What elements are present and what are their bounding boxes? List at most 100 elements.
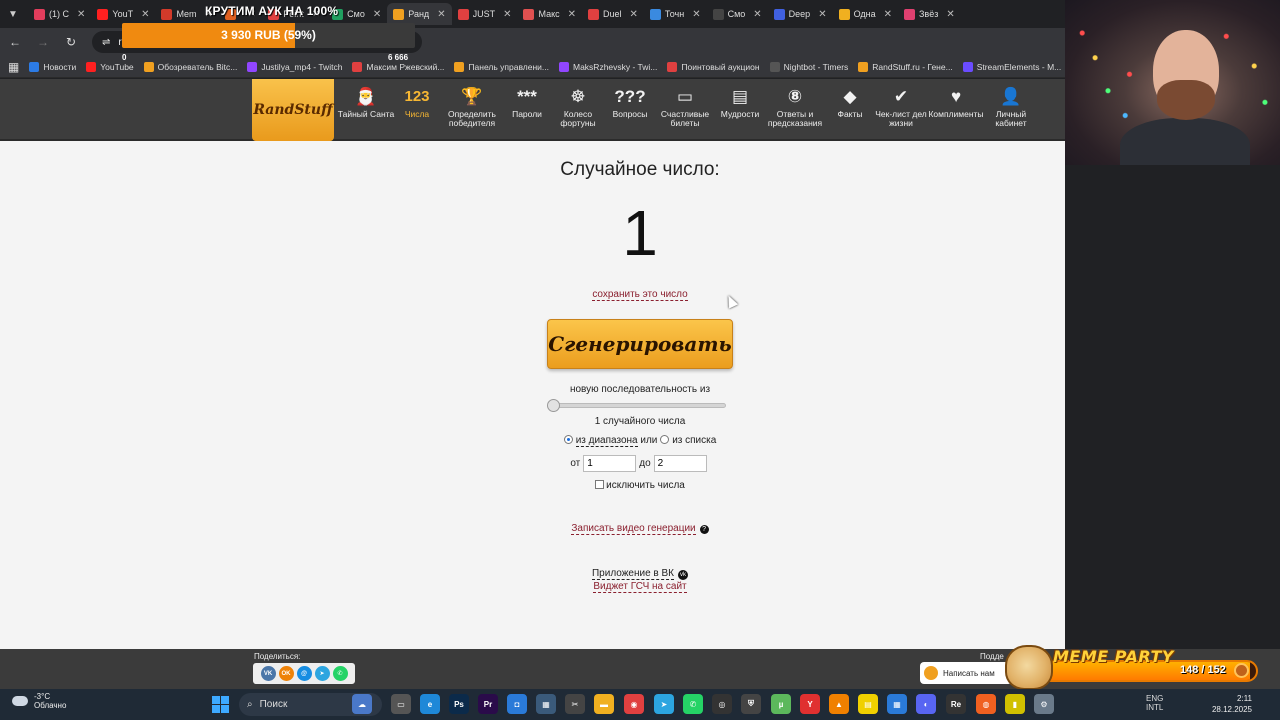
nav-item[interactable]: 👤 Личный кабинет (981, 85, 1041, 128)
bookmark-item[interactable]: StreamElements - M... (962, 61, 1061, 72)
bookmark-item[interactable]: Панель управлени... (454, 61, 549, 72)
app-icon[interactable]: ◘ (507, 694, 527, 714)
browser-tab[interactable]: (1) C ✕ (28, 3, 91, 25)
browser-tab[interactable]: YouT ✕ (91, 3, 155, 25)
from-input[interactable] (583, 455, 637, 472)
browser-icon[interactable]: ◍ (976, 694, 996, 714)
count-slider[interactable] (553, 403, 726, 408)
premiere-icon[interactable]: Pr (478, 694, 498, 714)
whatsapp-share-icon[interactable]: ✆ (332, 666, 348, 681)
bookmark-item[interactable]: Justilya_mp4 - Twitch (247, 61, 342, 72)
battery-icon[interactable]: ▮ (1005, 694, 1025, 714)
forward-arrow-icon[interactable]: → (36, 35, 50, 49)
help-icon[interactable]: ? (699, 525, 709, 534)
site-info-icon[interactable]: ⇌ (102, 37, 110, 48)
count-slider-handle[interactable] (547, 399, 560, 412)
bookmark-item[interactable]: Nightbot - Timers (769, 61, 848, 72)
system-clock[interactable]: 2:11 28.12.2025 (1206, 693, 1252, 715)
file-explorer-icon[interactable]: ▭ (391, 694, 411, 714)
settings-icon[interactable]: ⚙ (1034, 694, 1054, 714)
bookmark-item[interactable]: Обозреватель Bitc... (143, 61, 237, 72)
utorrent-icon[interactable]: µ (771, 694, 791, 714)
browser-tab[interactable]: Deep ✕ (768, 3, 833, 25)
bookmark-item[interactable]: Поинтовый аукцион (667, 61, 760, 72)
chrome-icon[interactable]: ◉ (624, 694, 644, 714)
to-input[interactable] (653, 455, 707, 472)
browser-tab[interactable]: Точн ✕ (644, 3, 707, 25)
whatsapp-icon[interactable]: ✆ (683, 694, 703, 714)
tab-close-icon[interactable]: ✕ (503, 9, 511, 20)
save-number-link[interactable]: сохранить это число (592, 289, 688, 301)
tab-close-icon[interactable]: ✕ (373, 9, 381, 20)
browser-tab[interactable]: Макс ✕ (517, 3, 582, 25)
yandex-icon[interactable]: Y (800, 694, 820, 714)
calculator-icon[interactable]: ▦ (536, 694, 556, 714)
bookmark-item[interactable]: Новости (29, 61, 76, 72)
apps-icon[interactable]: ▦ (887, 694, 907, 714)
bookmark-item[interactable]: YouTube (86, 61, 134, 72)
vk-app-link[interactable]: Приложение в ВК (591, 568, 675, 580)
nav-item[interactable]: ▤ Мудрости (710, 85, 770, 119)
nav-item[interactable]: ☸ Колесо фортуны (548, 85, 608, 128)
record-video-link[interactable]: Записать видео генерации (571, 523, 696, 535)
browser-tab[interactable]: Звёз ✕ (898, 3, 961, 25)
bookmark-item[interactable]: MaksRzhevsky - Twi... (559, 61, 657, 72)
folder-icon[interactable]: ▬ (594, 694, 614, 714)
vlc-icon[interactable]: ▲ (829, 694, 849, 714)
nav-item[interactable]: ✔ Чек-лист дел жизни (871, 85, 931, 128)
reaper-icon[interactable]: Re (946, 694, 966, 714)
randstuff-logo[interactable]: RandStuff (252, 79, 334, 141)
mail-share-icon[interactable]: @ (296, 666, 312, 681)
photoshop-icon[interactable]: Ps (449, 694, 469, 714)
range-mode-radio[interactable] (563, 435, 573, 444)
nav-item[interactable]: 123 Числа (387, 85, 447, 119)
list-mode-radio[interactable] (660, 435, 670, 444)
tab-close-icon[interactable]: ✕ (884, 9, 892, 20)
obs-icon[interactable]: ◎ (712, 694, 732, 714)
telegram-share-icon[interactable]: ➤ (314, 666, 330, 681)
chat-widget[interactable]: Написать нам (920, 662, 1012, 684)
weather-widget[interactable]: -3°C Облачно (12, 692, 66, 710)
tab-close-icon[interactable]: ✕ (141, 9, 149, 20)
tab-close-icon[interactable]: ✕ (692, 9, 700, 20)
nav-item[interactable]: ??? Вопросы (600, 85, 660, 119)
notes-icon[interactable]: ▤ (858, 694, 878, 714)
tab-close-icon[interactable]: ✕ (946, 9, 954, 20)
browser-tab[interactable]: Duel ✕ (582, 3, 644, 25)
snipping-icon[interactable]: ✂ (565, 694, 585, 714)
widget-link[interactable]: Виджет ГСЧ на сайт (593, 581, 687, 593)
exclude-label[interactable]: исключить числа (606, 480, 685, 491)
nav-item[interactable]: 🏆 Определить победителя (442, 85, 502, 128)
generate-button[interactable]: Сгенерировать (547, 319, 733, 369)
windows-start-icon[interactable] (212, 696, 229, 713)
nav-item[interactable]: ♥ Комплименты (926, 85, 986, 119)
ok-share-icon[interactable]: OK (278, 666, 294, 681)
shield-icon[interactable]: ⛨ (741, 694, 761, 714)
list-mode-label[interactable]: из списка (672, 435, 716, 446)
language-indicator[interactable]: ENG INTL (1146, 694, 1163, 712)
news-app-icon[interactable]: ☁ (352, 694, 372, 714)
tab-close-icon[interactable]: ✕ (77, 9, 85, 20)
reload-icon[interactable]: ↻ (64, 35, 78, 49)
tab-close-icon[interactable]: ✕ (818, 9, 826, 20)
browser-tab[interactable]: Смо ✕ (707, 3, 768, 25)
edge-icon[interactable]: e (420, 694, 440, 714)
apps-grid-icon[interactable]: ▦ (8, 60, 19, 74)
bookmark-item[interactable]: Максим Ржевский... (352, 61, 444, 72)
bookmark-item[interactable]: RandStuff.ru - Гене... (858, 61, 953, 72)
range-mode-label[interactable]: из диапазона (575, 435, 638, 447)
back-arrow-icon[interactable]: ← (8, 35, 22, 49)
discord-icon[interactable]: ◐ (916, 694, 936, 714)
browser-tab[interactable]: Ранд ✕ (387, 3, 452, 25)
browser-tab[interactable]: Одна ✕ (833, 3, 898, 25)
tab-close-icon[interactable]: ✕ (568, 9, 576, 20)
telegram-icon[interactable]: ➤ (654, 694, 674, 714)
exclude-checkbox[interactable] (595, 480, 605, 489)
browser-tab[interactable]: JUST ✕ (452, 3, 518, 25)
tab-search-icon[interactable]: ▼ (4, 5, 22, 23)
vk-share-icon[interactable]: VK (260, 666, 276, 681)
tab-close-icon[interactable]: ✕ (630, 9, 638, 20)
tab-close-icon[interactable]: ✕ (437, 9, 445, 20)
tab-close-icon[interactable]: ✕ (753, 9, 761, 20)
nav-item[interactable]: ▭ Счастливые билеты (655, 85, 715, 128)
